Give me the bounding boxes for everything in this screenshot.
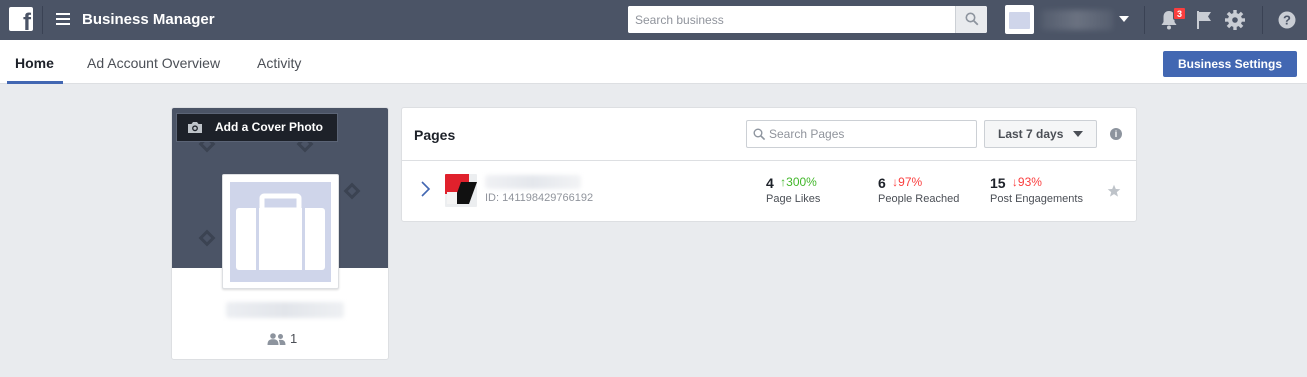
svg-text:?: ? <box>1283 13 1291 28</box>
diamond-pattern-icon <box>343 182 361 200</box>
notification-count-badge: 3 <box>1173 7 1187 20</box>
search-input[interactable] <box>628 6 955 33</box>
metric-label: Post Engagements <box>990 193 1083 205</box>
search-icon <box>965 12 979 26</box>
caret-down-icon[interactable] <box>1119 16 1129 22</box>
active-tab-indicator <box>7 81 63 84</box>
business-name-redacted[interactable] <box>1041 10 1113 30</box>
top-bar: f Business Manager 3 <box>0 0 1307 40</box>
briefcase-placeholder <box>230 182 331 282</box>
info-icon[interactable]: i <box>1110 128 1122 140</box>
pages-panel-title: Pages <box>414 127 456 143</box>
business-card: Add a Cover Photo 1 <box>171 107 389 360</box>
metric-people-reached: 6 ↓97% People Reached <box>878 175 959 205</box>
tab-home[interactable]: Home <box>15 55 54 71</box>
camera-icon <box>188 122 202 133</box>
hamburger-menu-icon[interactable] <box>56 13 70 25</box>
briefcase-icon <box>236 193 325 270</box>
page-row[interactable]: ID: 141198429766192 4 ↑300% Page Likes 6… <box>402 161 1136 222</box>
metric-value: 6 <box>878 175 886 191</box>
add-cover-photo-button[interactable]: Add a Cover Photo <box>176 113 338 142</box>
tab-bar: Home Ad Account Overview Activity Busine… <box>0 40 1307 84</box>
business-search <box>628 6 987 33</box>
flag-icon[interactable] <box>1192 8 1216 32</box>
add-cover-photo-label: Add a Cover Photo <box>215 120 324 134</box>
business-name-redacted <box>226 302 344 318</box>
business-settings-button[interactable]: Business Settings <box>1163 51 1297 77</box>
tab-activity[interactable]: Activity <box>257 55 301 71</box>
gear-icon[interactable] <box>1223 8 1247 32</box>
search-button[interactable] <box>955 6 987 33</box>
chevron-right-icon[interactable] <box>419 181 431 197</box>
app-title[interactable]: Business Manager <box>82 11 215 29</box>
tab-ad-account-overview[interactable]: Ad Account Overview <box>87 55 220 71</box>
business-avatar[interactable] <box>1005 5 1034 34</box>
metric-change-down: ↓93% <box>1011 175 1042 189</box>
topbar-divider <box>1262 6 1263 34</box>
metric-label: People Reached <box>878 193 960 205</box>
people-count-value: 1 <box>290 331 298 346</box>
diamond-pattern-icon <box>198 229 216 247</box>
star-icon[interactable] <box>1107 184 1121 198</box>
metric-value: 15 <box>990 175 1006 191</box>
metric-post-engagements: 15 ↓93% Post Engagements <box>990 175 1083 205</box>
date-range-dropdown[interactable]: Last 7 days <box>984 120 1097 148</box>
metric-value: 4 <box>766 175 774 191</box>
search-pages-input[interactable] <box>769 121 974 147</box>
topbar-divider <box>1144 6 1145 34</box>
metric-change-up: ↑300% <box>780 175 817 189</box>
search-icon <box>753 128 766 141</box>
page-thumbnail[interactable] <box>445 174 477 207</box>
people-icon <box>267 333 286 345</box>
topbar-divider <box>42 6 43 34</box>
pages-search <box>746 120 977 148</box>
metric-label: Page Likes <box>766 193 821 205</box>
page-id: ID: 141198429766192 <box>485 192 594 204</box>
metric-change-down: ↓97% <box>892 175 923 189</box>
caret-down-icon <box>1073 131 1083 137</box>
date-range-label: Last 7 days <box>998 127 1064 141</box>
pages-panel: Pages Last 7 days i ID: 141198429766192 … <box>401 107 1137 222</box>
facebook-logo-icon[interactable]: f <box>9 7 33 31</box>
help-icon[interactable]: ? <box>1275 8 1299 32</box>
business-profile-picture[interactable] <box>222 174 339 289</box>
page-name-redacted[interactable] <box>485 175 581 189</box>
metric-page-likes: 4 ↑300% Page Likes <box>766 175 820 205</box>
